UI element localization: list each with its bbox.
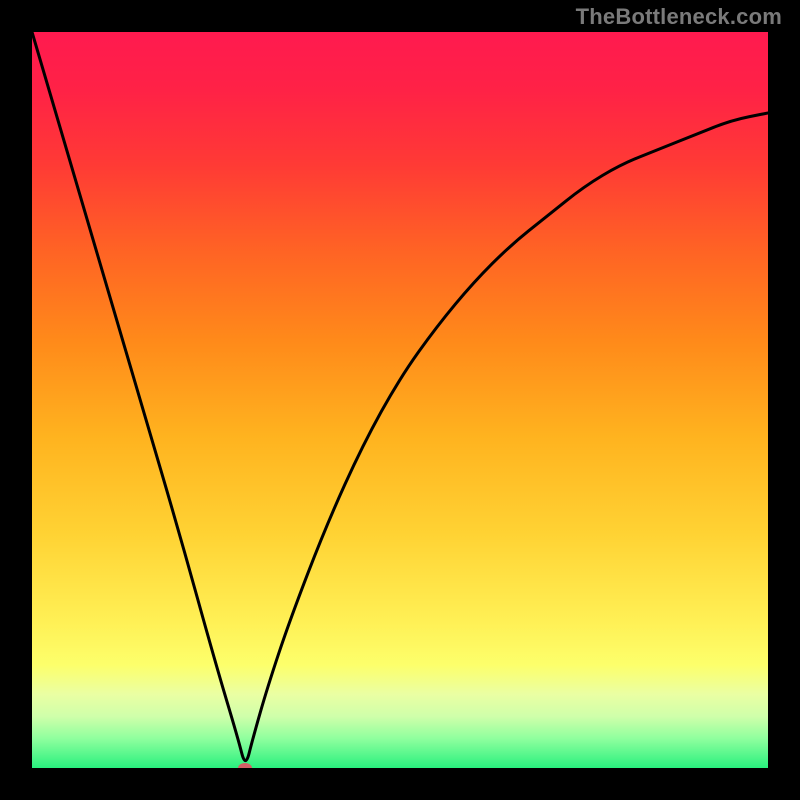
plot-area [32,32,768,768]
bottleneck-curve [32,32,768,768]
minimum-marker [238,763,252,768]
canvas-frame: TheBottleneck.com [0,0,800,800]
watermark-text: TheBottleneck.com [576,4,782,30]
